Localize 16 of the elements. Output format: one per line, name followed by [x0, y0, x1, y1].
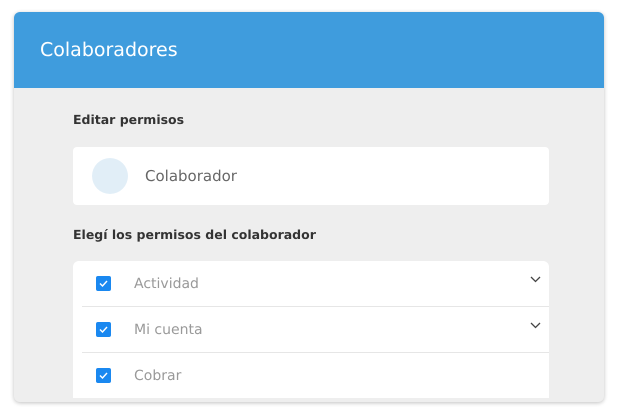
checkbox[interactable] — [96, 368, 111, 383]
permission-label: Cobrar — [134, 368, 182, 384]
checkbox[interactable] — [96, 322, 111, 337]
window-title: Colaboradores — [40, 39, 178, 61]
chevron-down-icon[interactable] — [530, 276, 541, 283]
collaborator-name: Colaborador — [145, 167, 237, 185]
checkmark-icon — [99, 280, 108, 287]
chevron-down-icon[interactable] — [530, 322, 541, 329]
permission-label: Mi cuenta — [134, 322, 203, 338]
section-heading: Elegí los permisos del colaborador — [73, 227, 317, 242]
checkbox[interactable] — [96, 276, 111, 291]
avatar-icon — [92, 158, 128, 194]
checkmark-icon — [99, 372, 108, 379]
checkmark-icon — [99, 326, 108, 333]
permission-label: Actividad — [134, 276, 199, 292]
section-heading: Editar permisos — [73, 112, 186, 127]
